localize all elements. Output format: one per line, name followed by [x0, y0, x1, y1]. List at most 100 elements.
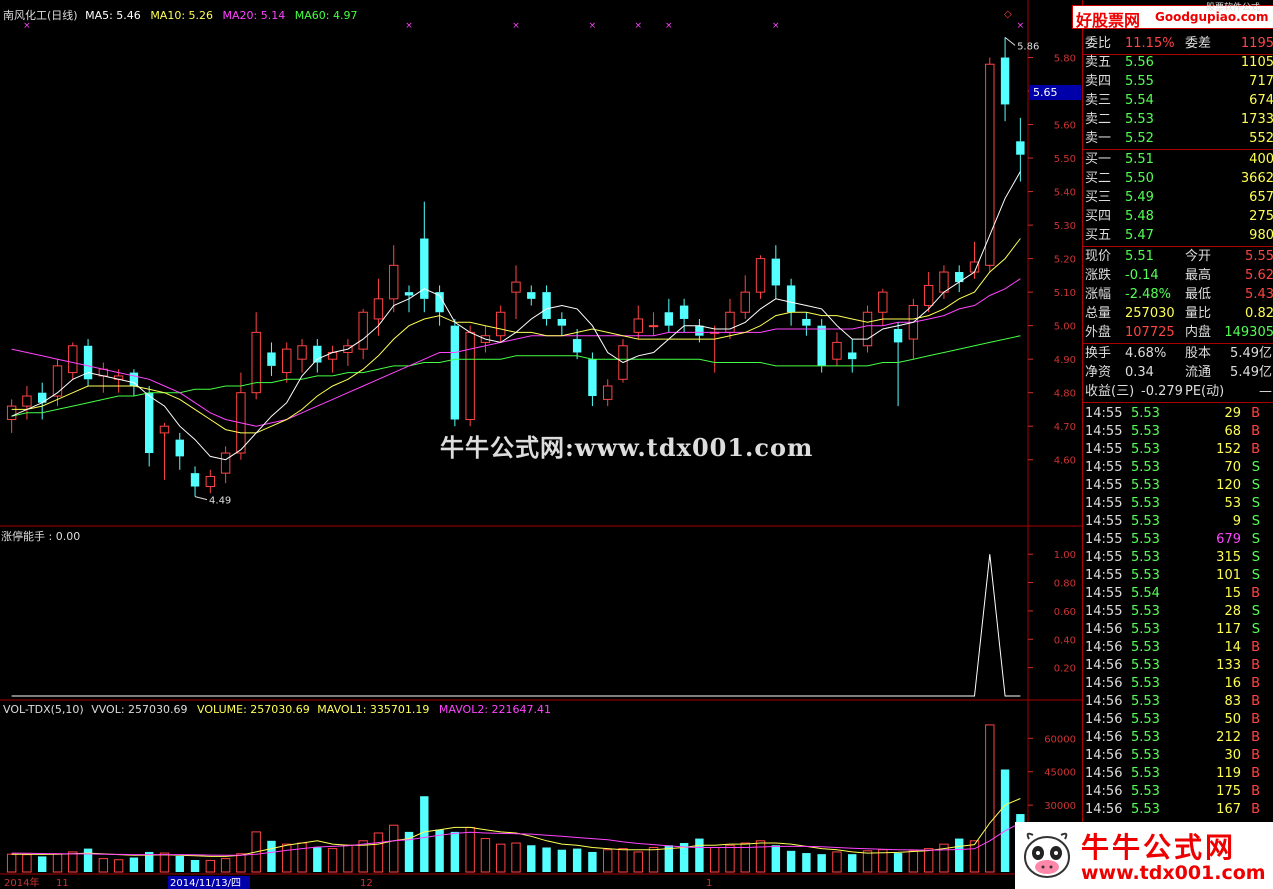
- stat-value: -2.48%: [1125, 287, 1171, 302]
- tick-row[interactable]: 14:55 5.53 679 S: [1083, 531, 1273, 549]
- tick-row[interactable]: 14:56 5.53 16 B: [1083, 675, 1273, 693]
- tick-row[interactable]: 14:56 5.53 133 B: [1083, 657, 1273, 675]
- quote-row-weibi[interactable]: 委比 11.15% 委差 1195: [1083, 35, 1273, 53]
- tick-row[interactable]: 14:55 5.53 53 S: [1083, 495, 1273, 513]
- tick-row[interactable]: 14:55 5.53 152 B: [1083, 441, 1273, 459]
- tick-time: 14:55: [1085, 532, 1123, 547]
- y-tick-label: 0.80: [1054, 579, 1076, 590]
- candle-body: [129, 372, 139, 386]
- quote-row-stat[interactable]: 涨跌 -0.14 最高 5.62: [1083, 267, 1273, 285]
- tick-row[interactable]: 14:56 5.53 117 S: [1083, 621, 1273, 639]
- tick-volume: 53: [1224, 496, 1241, 511]
- high-label: 5.86: [1017, 41, 1039, 52]
- candle: [908, 298, 919, 360]
- bid-label: 买四: [1085, 209, 1112, 224]
- y-tick-label: 5.50: [1054, 154, 1076, 165]
- y-tick-label: 1.00: [1054, 550, 1076, 561]
- quote-row-stat[interactable]: 外盘 107725 内盘 149305: [1083, 324, 1273, 342]
- diamond-icon: ◇: [1004, 9, 1012, 20]
- ask-price: 5.55: [1125, 74, 1154, 89]
- tick-time: 14:55: [1085, 514, 1123, 529]
- candle: [848, 339, 857, 373]
- quote-row-ask[interactable]: 卖一 5.52 552: [1083, 130, 1273, 148]
- tick-volume: 133: [1216, 658, 1241, 673]
- quote-row-stat2[interactable]: 收益(三) -0.279 PE(动) —: [1083, 383, 1273, 401]
- tick-row[interactable]: 14:55 5.53 315 S: [1083, 549, 1273, 567]
- divider: [1083, 402, 1273, 403]
- tick-row[interactable]: 14:55 5.53 70 S: [1083, 459, 1273, 477]
- candle: [893, 322, 903, 407]
- tick-price: 5.53: [1131, 406, 1160, 421]
- tick-row[interactable]: 14:55 5.53 9 S: [1083, 513, 1273, 531]
- tick-row[interactable]: 14:56 5.53 83 B: [1083, 693, 1273, 711]
- stat-label: 换手: [1085, 346, 1112, 361]
- tick-row[interactable]: 14:56 5.53 167 B: [1083, 801, 1273, 819]
- quote-row-bid[interactable]: 买三 5.49 657: [1083, 189, 1273, 207]
- candle-body: [52, 365, 63, 397]
- candle-body: [190, 473, 200, 487]
- mavol2-label: MAVOL2: 221647.41: [438, 703, 552, 716]
- mavol1-label: MAVOL1: 335701.19: [317, 703, 430, 716]
- tick-row[interactable]: 14:55 5.53 29 B: [1083, 405, 1273, 423]
- bid-volume: 657: [1249, 190, 1273, 205]
- quote-row-stat[interactable]: 现价 5.51 今开 5.55: [1083, 248, 1273, 266]
- quote-row-bid[interactable]: 买五 5.47 980: [1083, 227, 1273, 245]
- tick-row[interactable]: 14:56 5.53 14 B: [1083, 639, 1273, 657]
- quote-row-ask[interactable]: 卖四 5.55 717: [1083, 73, 1273, 91]
- quote-row-ask[interactable]: 卖五 5.56 1105: [1083, 54, 1273, 72]
- candle-body: [144, 392, 154, 454]
- stat-label2: PE(动): [1185, 384, 1225, 399]
- tick-row[interactable]: 14:56 5.53 30 B: [1083, 747, 1273, 765]
- volume-bar: [802, 853, 811, 872]
- volume-bar: [450, 831, 460, 872]
- volume-legend: VOL-TDX(5,10) VVOL: 257030.69 VOLUME: 25…: [3, 703, 551, 716]
- candle-body: [22, 395, 32, 407]
- candle: [832, 332, 842, 366]
- tick-row[interactable]: 14:55 5.54 15 B: [1083, 585, 1273, 603]
- quote-row-stat[interactable]: 涨幅 -2.48% 最低 5.43: [1083, 286, 1273, 304]
- bid-label: 买三: [1085, 190, 1112, 205]
- candle: [969, 241, 980, 279]
- volume-bar: [602, 849, 613, 873]
- tick-row[interactable]: 14:56 5.53 119 B: [1083, 765, 1273, 783]
- volume-bar: [817, 854, 826, 872]
- tick-time: 14:56: [1085, 766, 1123, 781]
- volume-bar: [83, 848, 93, 872]
- quote-row-bid[interactable]: 买四 5.48 275: [1083, 208, 1273, 226]
- tick-row[interactable]: 14:56 5.53 175 B: [1083, 783, 1273, 801]
- quote-row-stat2[interactable]: 净资 0.34 流通 5.49亿: [1083, 364, 1273, 382]
- mavol1-line: [11, 798, 1021, 857]
- volume-bar: [542, 847, 551, 872]
- volume-bar: [832, 851, 842, 873]
- candle: [755, 255, 766, 299]
- tick-row[interactable]: 14:55 5.53 68 B: [1083, 423, 1273, 441]
- tick-side: B: [1251, 640, 1260, 655]
- tick-price: 5.53: [1131, 478, 1160, 493]
- candle-body: [969, 261, 980, 273]
- tick-row[interactable]: 14:55 5.53 120 S: [1083, 477, 1273, 495]
- stat-value2: 149305: [1224, 325, 1273, 340]
- quote-row-stat[interactable]: 总量 257030 量比 0.82: [1083, 305, 1273, 323]
- volume-bar: [420, 796, 429, 872]
- tick-time: 14:55: [1085, 586, 1123, 601]
- y-tick-label: 5.40: [1054, 188, 1076, 199]
- tick-row[interactable]: 14:56 5.53 50 B: [1083, 711, 1273, 729]
- volume-bar: [848, 854, 857, 872]
- tick-row[interactable]: 14:55 5.53 28 S: [1083, 603, 1273, 621]
- quote-row-ask[interactable]: 卖三 5.54 674: [1083, 92, 1273, 110]
- candle: [664, 298, 674, 333]
- quote-row-ask[interactable]: 卖二 5.53 1733: [1083, 111, 1273, 129]
- tick-row[interactable]: 14:55 5.53 101 S: [1083, 567, 1273, 585]
- tick-volume: 9: [1232, 514, 1241, 529]
- quote-row-bid[interactable]: 买一 5.51 400: [1083, 151, 1273, 169]
- quote-row-bid[interactable]: 买二 5.50 3662: [1083, 170, 1273, 188]
- stat-label2: 股本: [1185, 346, 1212, 361]
- volume-bar: [465, 826, 475, 873]
- x-axis-label: 2014/11/13/四: [170, 878, 241, 889]
- tick-time: 14:55: [1085, 604, 1123, 619]
- tick-side: B: [1251, 712, 1260, 727]
- tick-row[interactable]: 14:56 5.53 212 B: [1083, 729, 1273, 747]
- tick-side: B: [1251, 730, 1260, 745]
- candle-body: [389, 264, 399, 300]
- quote-row-stat2[interactable]: 换手 4.68% 股本 5.49亿: [1083, 345, 1273, 363]
